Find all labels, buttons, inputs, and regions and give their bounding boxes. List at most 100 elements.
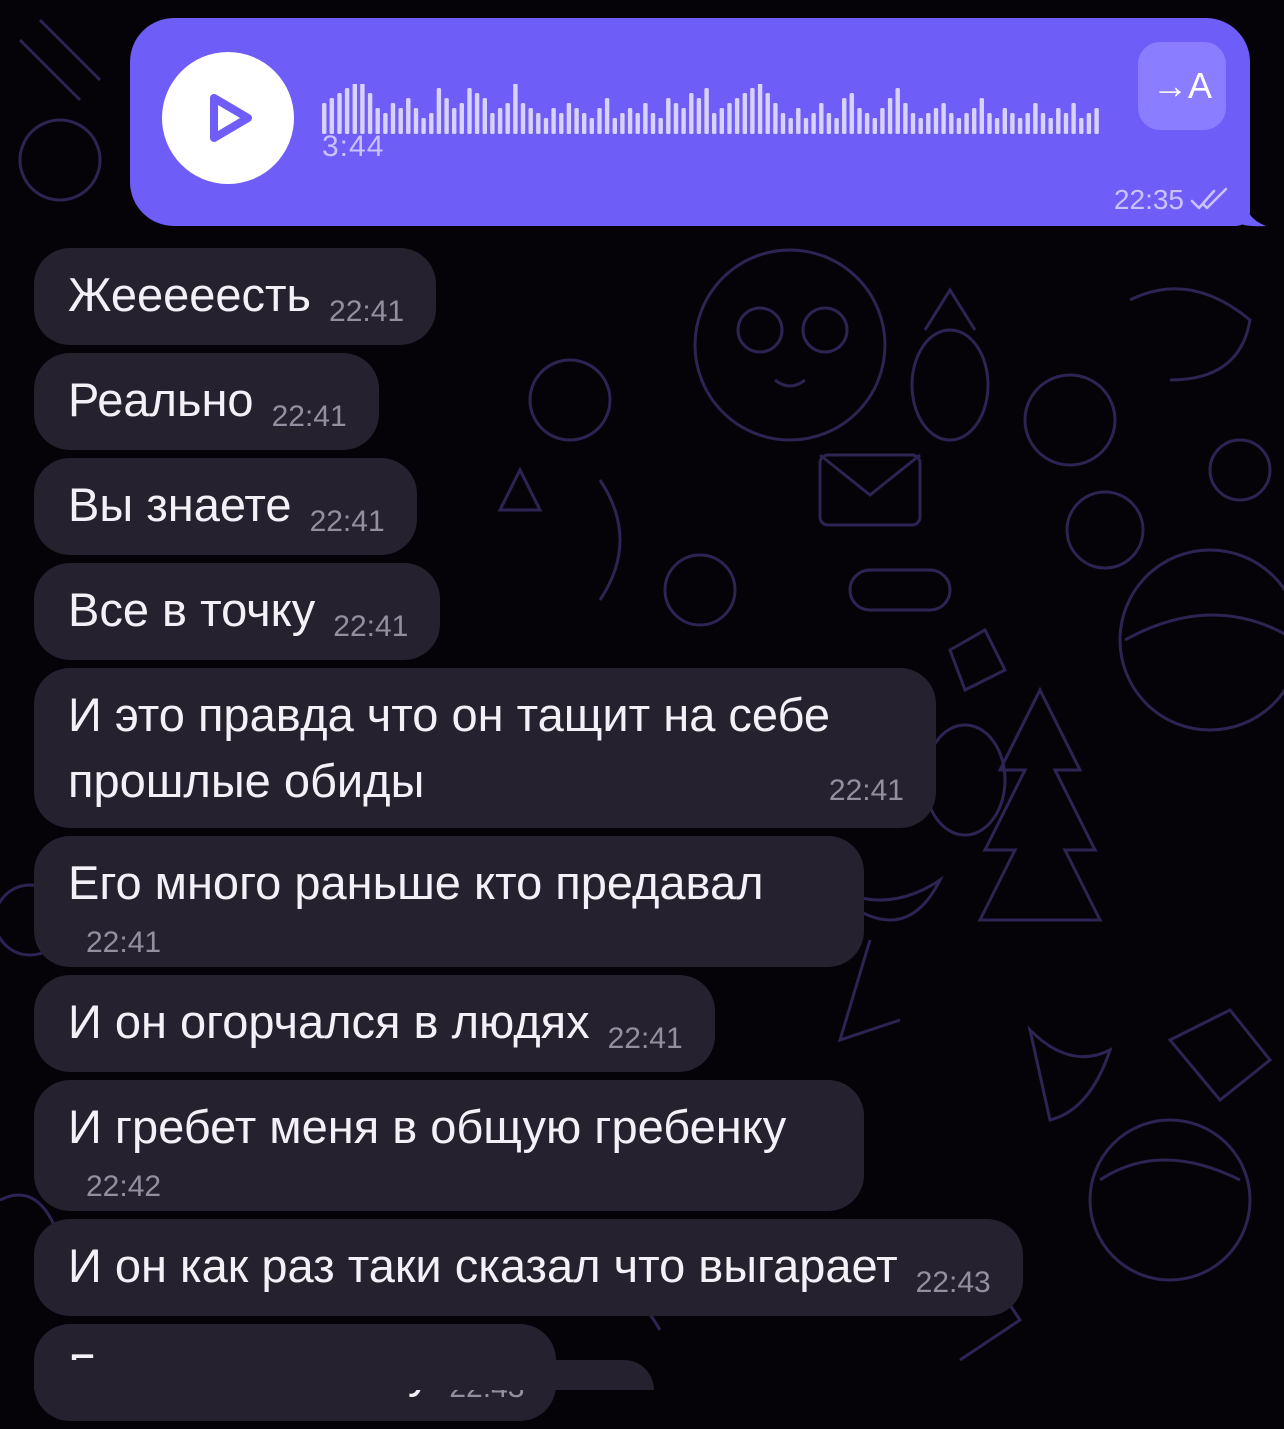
waveform-bar [329, 98, 334, 134]
message-time: 22:41 [309, 505, 385, 538]
message-text: И гребет меня в общую гребенку [68, 1100, 787, 1153]
waveform-bar [421, 118, 426, 134]
voice-waveform[interactable] [322, 84, 1102, 136]
message-text: Его много раньше кто предавал [68, 856, 764, 909]
waveform-bar [344, 88, 350, 134]
waveform-bar [604, 98, 610, 134]
waveform-bar [436, 88, 442, 134]
message-bubble[interactable]: Все в точку 22:41 [34, 563, 441, 660]
message-bubble[interactable]: И он как раз таки сказал что выгарает 22:… [34, 1219, 1023, 1316]
message-text: И он огорчался в людях [68, 995, 590, 1048]
message-time: 22:41 [607, 1022, 683, 1055]
voice-message-bubble[interactable]: 3:44 →A 22:35 [130, 18, 1250, 226]
next-message-bubble[interactable] [34, 1360, 654, 1390]
waveform-bar [994, 118, 1000, 134]
waveform-bar [696, 98, 702, 134]
message-time: 22:35 [1113, 184, 1184, 215]
waveform-bar [1094, 108, 1099, 134]
waveform-bar [658, 118, 663, 134]
waveform-bar [987, 113, 992, 134]
waveform-bar [689, 93, 694, 134]
waveform-bar [849, 93, 854, 134]
waveform-bar [666, 98, 671, 134]
waveform-bar [551, 108, 556, 134]
waveform-bar [643, 103, 648, 134]
waveform-bar [589, 118, 594, 134]
waveform-bar [880, 108, 885, 134]
waveform-bar [719, 108, 724, 134]
waveform-bar [352, 84, 357, 134]
waveform-bar [612, 118, 617, 134]
waveform-bar [857, 108, 862, 134]
waveform-bar [482, 98, 487, 134]
waveform-bar [367, 93, 373, 134]
waveform-bar [941, 103, 946, 134]
waveform-bar [497, 108, 503, 134]
message-time: 22:41 [329, 295, 405, 328]
waveform-bar [474, 93, 480, 134]
waveform-bar [513, 84, 518, 134]
waveform-bar [773, 103, 778, 134]
transcribe-label: →A [1151, 65, 1212, 106]
waveform-bar [566, 103, 572, 134]
waveform-bar [918, 118, 923, 134]
waveform-bar [627, 108, 633, 134]
message-bubble[interactable]: Вы знаете 22:41 [34, 458, 417, 555]
waveform-bar [406, 98, 411, 134]
waveform-bar [949, 113, 954, 134]
waveform-bar [528, 108, 533, 134]
message-time: 22:42 [86, 1170, 162, 1203]
message-bubble[interactable]: И он огорчался в людях 22:41 [34, 975, 715, 1072]
waveform-bar [757, 84, 763, 134]
waveform-bar [360, 84, 365, 134]
waveform-bar [979, 98, 984, 134]
waveform-bar [1048, 118, 1053, 134]
message-text: И он как раз таки сказал что выгарает [68, 1239, 898, 1292]
message-time: 22:41 [828, 774, 904, 807]
waveform-bar [337, 93, 342, 134]
waveform-bar [765, 93, 770, 134]
play-button[interactable] [162, 52, 294, 184]
waveform-bar [734, 98, 740, 134]
waveform-bar [872, 118, 877, 134]
waveform-bar [926, 113, 931, 134]
waveform-bar [811, 113, 816, 134]
waveform-bar [933, 108, 939, 134]
waveform-bar [956, 118, 962, 134]
waveform-bar [681, 108, 686, 134]
voice-meta: 22:35 [1114, 184, 1232, 216]
waveform-bar [788, 118, 793, 134]
waveform-bar [819, 103, 824, 134]
voice-duration: 3:44 [322, 130, 385, 163]
waveform-bar [1056, 108, 1061, 134]
waveform-bar [1071, 103, 1076, 134]
waveform-bar [543, 118, 549, 134]
message-time: 22:41 [271, 400, 347, 433]
waveform-bar [742, 93, 747, 134]
message-bubble[interactable]: Жееееесть 22:41 [34, 248, 437, 345]
waveform-bar [750, 88, 755, 134]
waveform-bar [964, 113, 969, 134]
waveform-bar [673, 103, 679, 134]
waveform-bar [727, 103, 732, 134]
waveform-bar [650, 113, 656, 134]
transcribe-button[interactable]: →A [1138, 42, 1226, 130]
waveform-bar [903, 103, 908, 134]
waveform-bar [413, 108, 419, 134]
message-bubble[interactable]: Его много раньше кто предавал 22:41 [34, 836, 864, 967]
waveform-bar [635, 113, 640, 134]
waveform-bar [1079, 118, 1084, 134]
waveform-bar [796, 108, 801, 134]
message-text: Реально [68, 373, 254, 426]
waveform-bar [887, 98, 893, 134]
waveform-bar [803, 118, 809, 134]
message-bubble[interactable]: И гребет меня в общую гребенку 22:42 [34, 1080, 864, 1211]
waveform-bar [1025, 113, 1030, 134]
message-bubble[interactable]: И это правда что он тащит на себе прошлы… [34, 668, 936, 828]
waveform-bar [864, 113, 870, 134]
waveform-bar [574, 108, 579, 134]
waveform-bar [712, 113, 717, 134]
message-bubble[interactable]: Реально 22:41 [34, 353, 379, 450]
waveform-bar [390, 103, 396, 134]
waveform-bar [559, 113, 564, 134]
